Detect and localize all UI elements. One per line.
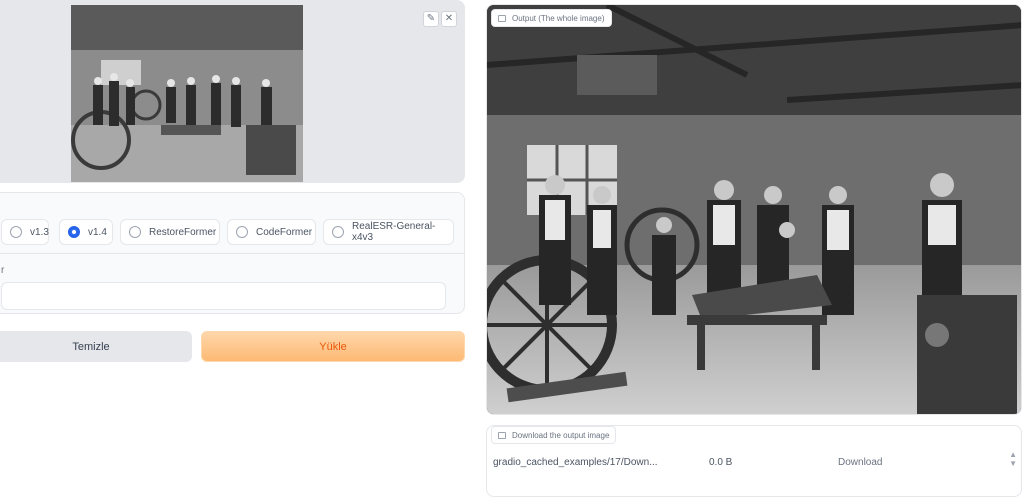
radio-circle-icon [332,226,344,238]
radio-label: CodeFormer [256,226,313,238]
pencil-icon[interactable]: ✎ [423,11,439,27]
output-image-panel: Output (The whole image) [486,4,1022,415]
file-icon [498,431,506,439]
output-label-tag: Output (The whole image) [491,9,612,27]
radio-v1-4[interactable]: v1.4 [59,219,113,245]
radio-label: v1.4 [88,226,107,238]
image-icon [498,14,506,22]
clear-button[interactable]: Temizle [0,331,192,362]
output-label: Output (The whole image) [512,13,605,23]
chevron-up-icon[interactable]: ▲ [1009,450,1017,459]
radio-circle-icon [236,226,248,238]
output-photo [487,5,1021,414]
file-row: gradio_cached_examples/17/Down... 0.0 B … [493,453,1015,475]
options-panel: v1.3 v1.4 RestoreFormer CodeFormer RealE… [0,192,465,314]
radio-label: RealESR-General-x4v3 [352,221,436,243]
radio-codeformer[interactable]: CodeFormer [227,219,316,245]
download-panel: Download the output image gradio_cached_… [486,425,1022,497]
radio-circle-icon [10,226,22,238]
text-input[interactable] [1,282,446,310]
input-image-panel[interactable]: ✎ ✕ [0,0,465,183]
download-label: Download the output image [512,430,610,440]
chevron-down-icon[interactable]: ▼ [1009,459,1017,468]
divider [0,253,464,254]
submit-button[interactable]: Yükle [201,331,465,362]
radio-restoreformer[interactable]: RestoreFormer [120,219,220,245]
app-root: ✎ ✕ v1.3 v1.4 RestoreFormer CodeFormer R… [0,0,1024,500]
radio-label: RestoreFormer [149,226,217,238]
file-name: gradio_cached_examples/17/Down... [493,457,658,468]
download-link[interactable]: Download [838,457,882,468]
radio-realesr[interactable]: RealESR-General-x4v3 [323,219,454,245]
scroll-arrows[interactable]: ▲ ▼ [1009,450,1017,468]
close-icon[interactable]: ✕ [441,11,457,27]
download-label-tag: Download the output image [491,426,617,444]
input-photo [71,5,303,182]
file-size: 0.0 B [709,457,733,468]
radio-checked-icon [68,226,80,238]
field-label: r [1,265,5,276]
radio-label: v1.3 [30,226,49,238]
radio-circle-icon [129,226,141,238]
radio-v1-3[interactable]: v1.3 [1,219,49,245]
